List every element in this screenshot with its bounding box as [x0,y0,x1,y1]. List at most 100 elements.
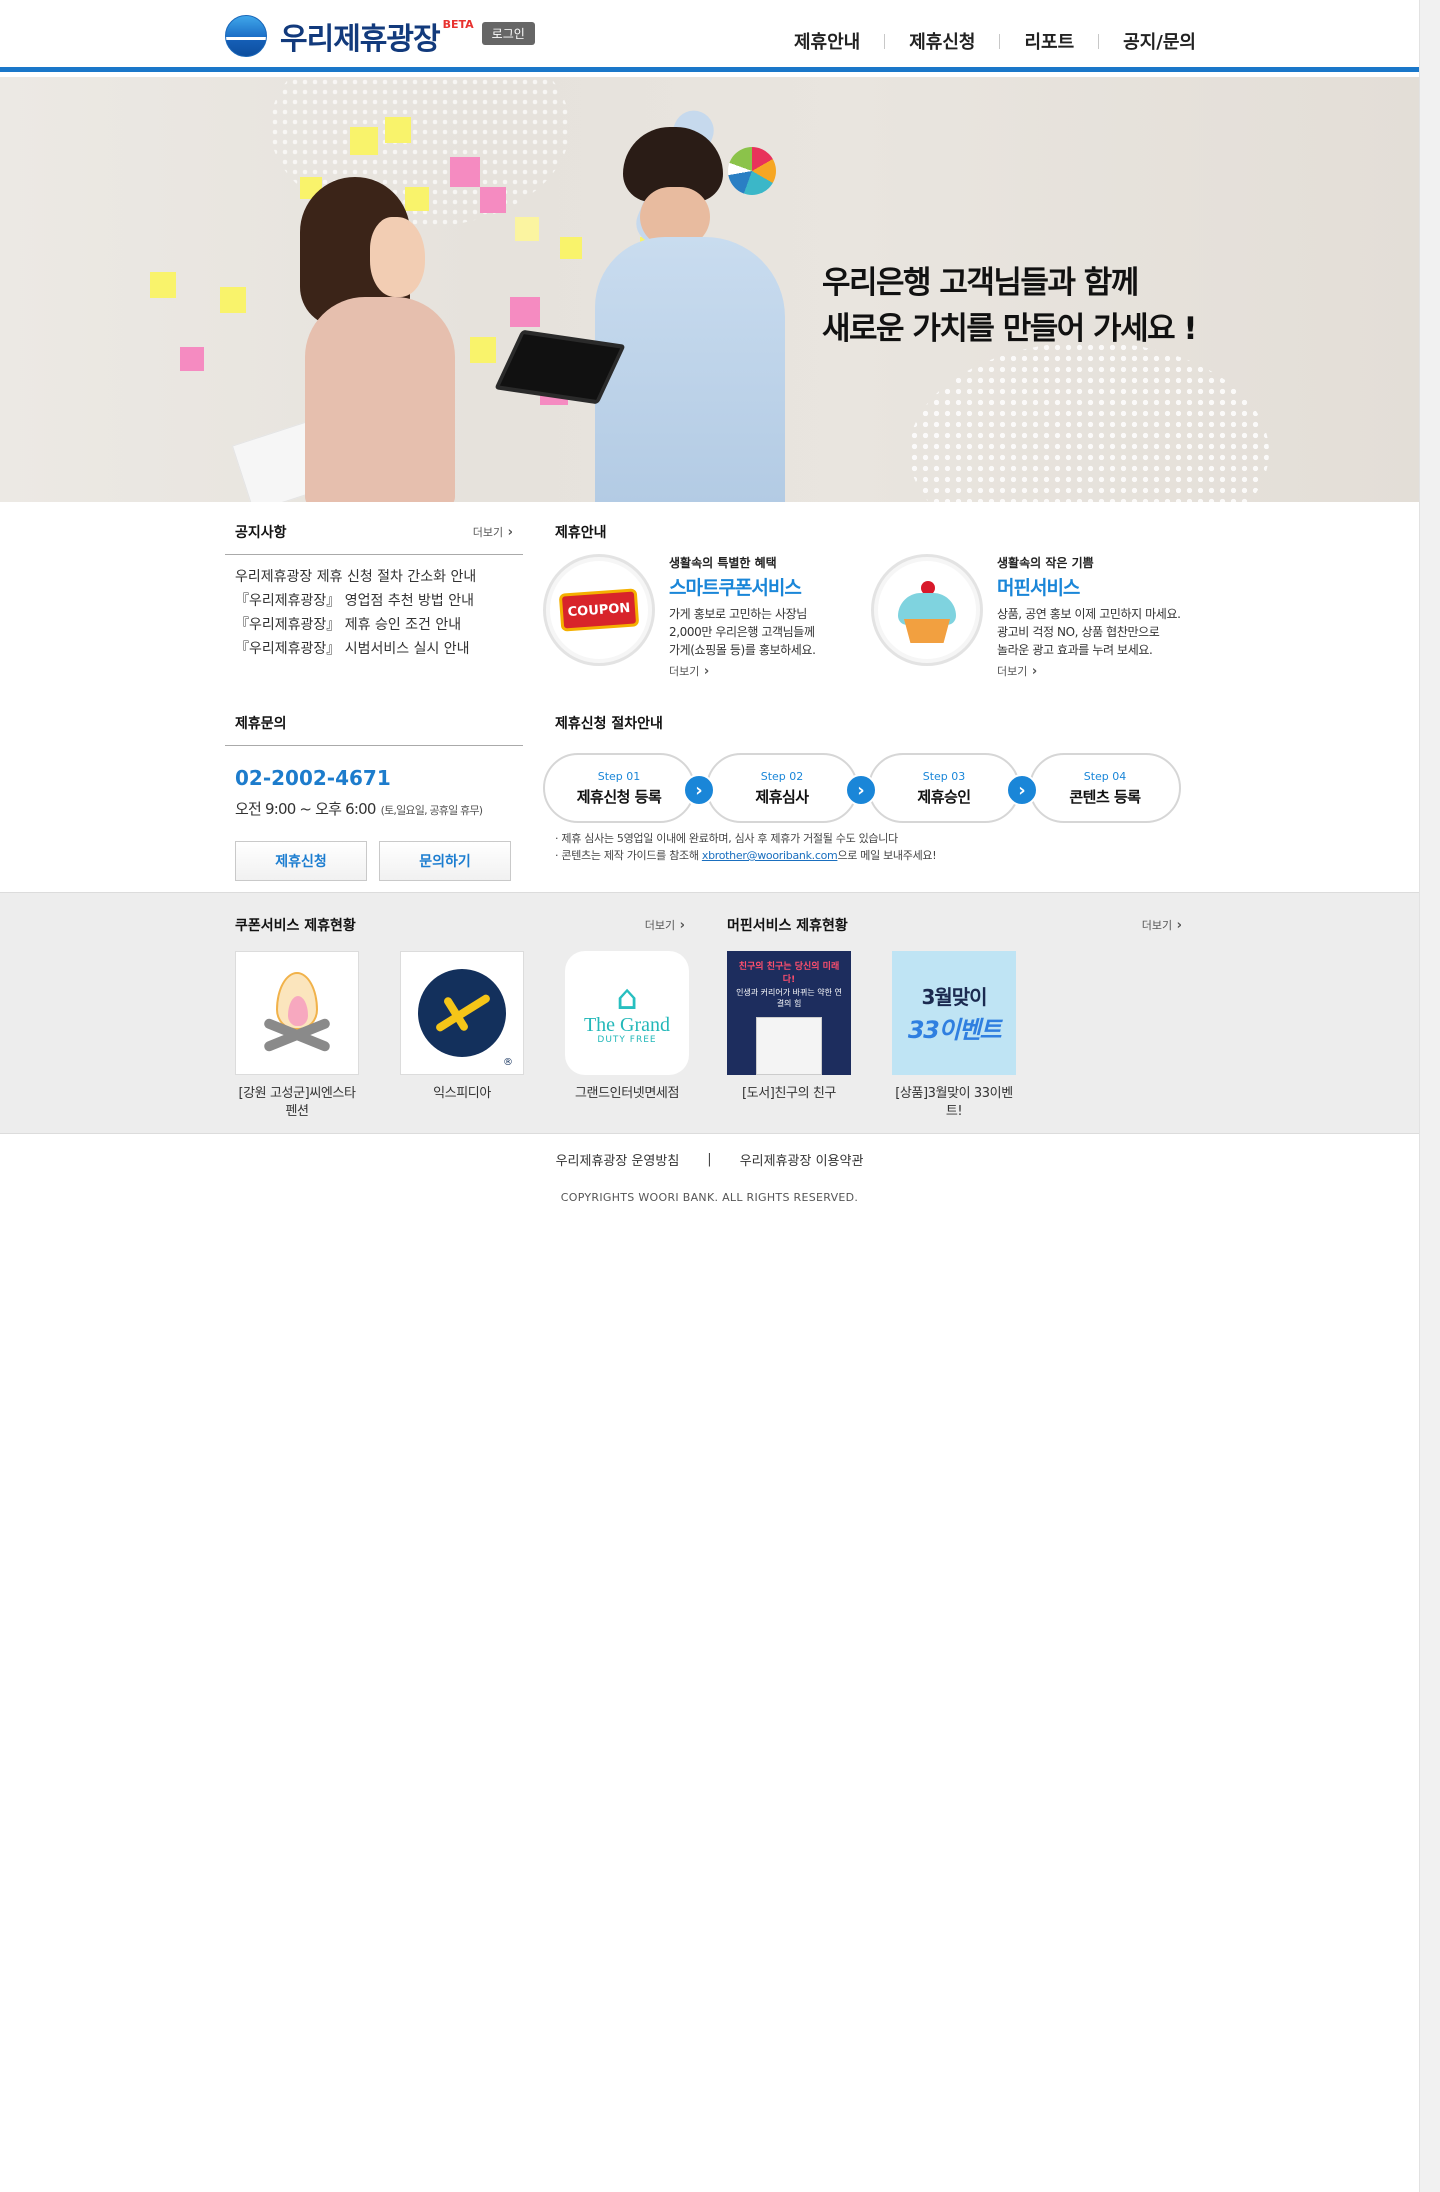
grand-dutyfree-logo: ⌂ The Grand DUTY FREE [565,951,689,1075]
hours-text: 오전 9:00 ~ 오후 6:00 [235,800,376,818]
main-nav: 제휴안내 제휴신청 리포트 공지/문의 [770,28,1196,54]
vertical-scrollbar[interactable] [1419,0,1440,2192]
coupon-partners-title: 쿠폰서비스 제휴현황 [235,918,356,934]
step-1: Step 01 제휴신청 등록 [543,753,695,823]
partner-thumbnail[interactable]: ® [400,951,524,1075]
notice-header: 공지사항 더보기 [225,522,523,555]
coupon-partners-more-link[interactable]: 더보기 [645,917,685,933]
partner-label[interactable]: 익스피디아 [400,1085,524,1103]
partner-item[interactable]: ® 익스피디아 [400,951,524,1121]
notice-item[interactable]: 우리제휴광장 제휴 신청 절차 간소화 안내 [235,565,513,589]
partner-thumbnail[interactable]: 친구의 친구는 당신의 미래다! 인생과 커리어가 바뀌는 약한 연결의 힘 [727,951,851,1075]
nav-report[interactable]: 리포트 [1000,28,1098,54]
grand-logo-sub: DUTY FREE [597,1035,657,1045]
partner-item[interactable]: 친구의 친구는 당신의 미래다! 인생과 커리어가 바뀌는 약한 연결의 힘 [… [727,951,851,1121]
partner-label[interactable]: [상품]3월맞이 33이벤트! [892,1085,1016,1121]
step-name: 콘텐츠 등록 [1069,788,1141,806]
service-subtitle: 생활속의 특별한 혜택 [669,556,777,570]
partner-item[interactable]: ⌂ The Grand DUTY FREE 그랜드인터넷면세점 [565,951,689,1121]
apply-partnership-button[interactable]: 제휴신청 [235,841,367,881]
partner-label[interactable]: [강원 고성군]씨엔스타 펜션 [235,1085,359,1121]
grand-logo-name: The Grand [583,1014,671,1036]
cupcake-icon-circle[interactable] [871,554,983,666]
muffin-partners: 머핀서비스 제휴현황 더보기 친구의 친구는 당신의 미래다! 인생과 커리어가… [727,915,1182,1121]
event-line-2: 33이벤트 [907,1016,1002,1044]
partner-thumbnail[interactable]: 3월맞이 33이벤트 [892,951,1016,1075]
event-banner-image: 3월맞이 33이벤트 [892,951,1016,1075]
inquiry-buttons: 제휴신청 문의하기 [235,841,523,881]
logo-link[interactable]: 우리제휴광장 BETA 로그인 [225,14,535,58]
partner-email-link[interactable]: xbrother@wooribank.com [702,849,838,862]
service-desc-line: 가게 홍보로 고민하는 사장님 [669,607,807,621]
step-4: Step 04 콘텐츠 등록 [1029,753,1181,823]
service-desc-line: 놀라운 광고 효과를 누려 보세요. [997,643,1153,657]
coupon-icon: COUPON [558,588,640,632]
hero-banner: 우리은행 고객님들과 함께 새로운 가치를 만들어 가세요 ! [0,77,1419,502]
beta-badge: BETA [442,17,474,31]
campfire-icon [252,968,342,1058]
partners-section: 쿠폰서비스 제휴현황 더보기 [강원 고성군]씨엔스타 펜션 ® [0,892,1419,1134]
notice-item[interactable]: 『우리제휴광장』 시범서비스 실시 안내 [235,637,513,661]
woori-logo-icon [225,15,267,57]
pie-chart-decoration [728,147,776,195]
procedure-panel: 제휴신청 절차안내 Step 01 제휴신청 등록 › Step 02 제휴심사… [543,713,1198,862]
procedure-note: · 콘텐츠는 제작 가이드를 참조해 xbrother@wooribank.co… [555,849,937,862]
site-footer: 우리제휴광장 운영방침 | 우리제휴광장 이용약관 COPYRIGHTS WOO… [0,1150,1419,1204]
service-desc-line: 2,000만 우리은행 고객님들께 [669,625,815,639]
muffin-service-more-link[interactable]: 더보기 [997,663,1037,679]
book-subtitle: 인생과 커리어가 바뀌는 약한 연결의 힘 [736,988,842,1008]
partner-item[interactable]: [강원 고성군]씨엔스타 펜션 [235,951,359,1121]
chevron-right-icon: › [683,774,715,806]
step-number: Step 03 [922,770,966,783]
muffin-partners-title: 머핀서비스 제휴현황 [727,918,848,934]
notice-item[interactable]: 『우리제휴광장』 제휴 승인 조건 안내 [235,613,513,637]
coupon-service-more-link[interactable]: 더보기 [669,663,709,679]
coupon-icon-circle[interactable]: COUPON [543,554,655,666]
partner-thumbnail[interactable] [235,951,359,1075]
service-name[interactable]: 머핀서비스 [997,573,1187,600]
gift-icon: ⌂ [616,978,638,1018]
footer-divider: | [707,1152,712,1167]
service-subtitle: 생활속의 작은 기쁨 [997,556,1094,570]
inquiry-header: 제휴문의 [225,713,523,746]
registered-mark: ® [503,1057,513,1068]
contact-button[interactable]: 문의하기 [379,841,511,881]
muffin-service: 생활속의 작은 기쁨 머핀서비스 상품, 공연 홍보 이제 고민하지 마세요. … [871,554,1187,679]
step-number: Step 01 [597,770,641,783]
step-name: 제휴승인 [917,788,971,806]
partner-label[interactable]: [도서]친구의 친구 [727,1085,851,1103]
inquiry-title: 제휴문의 [235,716,287,732]
nav-partnership-info[interactable]: 제휴안내 [770,28,884,54]
partner-thumbnail[interactable]: ⌂ The Grand DUTY FREE [565,951,689,1075]
hours-note: (토,일요일, 공휴일 휴무) [380,804,483,817]
partner-label[interactable]: 그랜드인터넷면세점 [565,1085,689,1103]
hero-headline: 우리은행 고객님들과 함께 새로운 가치를 만들어 가세요 ! [822,260,1198,352]
guide-title: 제휴안내 [555,525,607,541]
notice-list: 우리제휴광장 제휴 신청 절차 간소화 안내 『우리제휴광장』 영업점 추천 방… [225,555,523,661]
step-name: 제휴신청 등록 [576,788,662,806]
partner-item[interactable]: 3월맞이 33이벤트 [상품]3월맞이 33이벤트! [892,951,1016,1121]
partnership-guide-panel: 제휴안내 COUPON 생활속의 특별한 혜택 스마트쿠폰서비스 가게 홍보로 … [543,522,1198,678]
phone-number: 02-2002-4671 [235,766,391,790]
muffin-partners-more-link[interactable]: 더보기 [1142,917,1182,933]
book-cover-image: 친구의 친구는 당신의 미래다! 인생과 커리어가 바뀌는 약한 연결의 힘 [727,951,851,1075]
operation-policy-link[interactable]: 우리제휴광장 운영방침 [556,1150,680,1169]
service-desc-line: 가게(쇼핑몰 등)를 홍보하세요. [669,643,816,657]
step-2: Step 02 제휴심사 [706,753,858,823]
notice-item[interactable]: 『우리제휴광장』 영업점 추천 방법 안내 [235,589,513,613]
service-name[interactable]: 스마트쿠폰서비스 [669,573,859,600]
login-button[interactable]: 로그인 [481,21,535,45]
copyright: COPYRIGHTS WOORI BANK. ALL RIGHTS RESERV… [560,1191,859,1204]
nav-notice-inquiry[interactable]: 공지/문의 [1099,28,1196,54]
step-number: Step 04 [1083,770,1127,783]
hero-line-1: 우리은행 고객님들과 함께 [822,265,1139,301]
nav-partnership-apply[interactable]: 제휴신청 [885,28,999,54]
procedure-notes: · 제휴 심사는 5영업일 이내에 완료하며, 심사 후 제휴가 거절될 수도 … [555,830,937,864]
notice-panel: 공지사항 더보기 우리제휴광장 제휴 신청 절차 간소화 안내 『우리제휴광장』… [225,522,523,661]
site-header: 우리제휴광장 BETA 로그인 제휴안내 제휴신청 리포트 공지/문의 [0,0,1419,72]
footer-links: 우리제휴광장 운영방침 | 우리제휴광장 이용약관 [0,1150,1419,1169]
terms-link[interactable]: 우리제휴광장 이용약관 [740,1150,864,1169]
procedure-steps: Step 01 제휴신청 등록 › Step 02 제휴심사 › Step 03… [543,753,1183,825]
notice-more-link[interactable]: 더보기 [473,524,513,540]
service-desc-line: 광고비 걱정 NO, 상품 협찬만으로 [997,625,1160,639]
